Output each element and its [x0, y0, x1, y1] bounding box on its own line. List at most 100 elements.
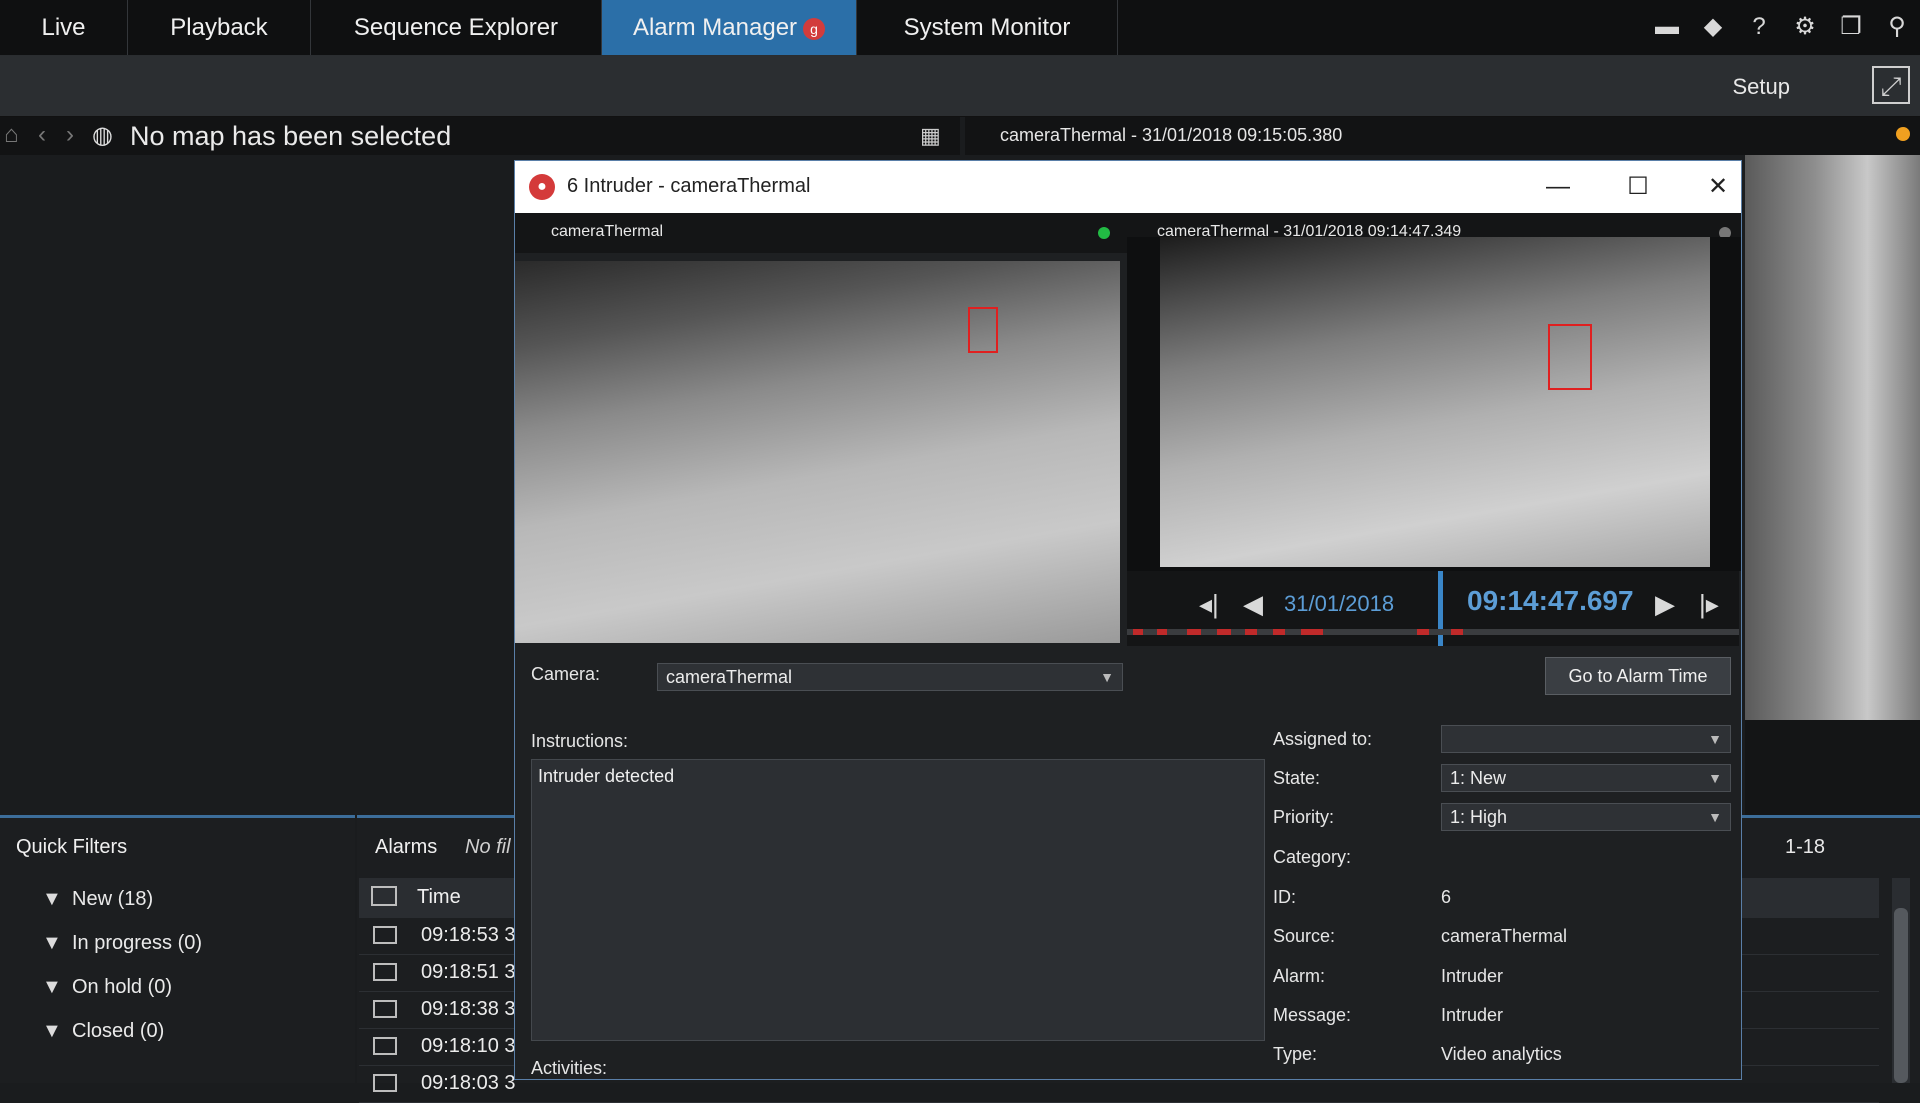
filter-in-progress[interactable]: ▼ In progress (0)	[42, 932, 202, 955]
instructions-box[interactable]: Intruder detected	[531, 759, 1265, 1041]
filter-icon: ▼	[42, 932, 62, 954]
go-to-alarm-time-button[interactable]: Go to Alarm Time	[1545, 657, 1731, 695]
timeline-event-markers[interactable]	[1127, 629, 1739, 635]
step-forward-icon[interactable]: |▸	[1699, 589, 1719, 620]
filter-label: New (18)	[72, 888, 154, 910]
assigned-to-label: Assigned to:	[1273, 729, 1373, 749]
assigned-to-select[interactable]: ▼	[1441, 725, 1731, 753]
chevron-down-icon: ▼	[1100, 669, 1114, 685]
detection-box	[1548, 324, 1592, 390]
live-status-indicator	[1098, 227, 1110, 239]
settings-icon[interactable]: ⚙	[1790, 12, 1820, 42]
column-time[interactable]: Time	[417, 886, 461, 909]
live-pane-title: cameraThermal	[551, 223, 664, 240]
map-grid-icon[interactable]: ▦	[920, 123, 941, 149]
alarms-title: Alarms	[375, 836, 438, 858]
chevron-down-icon: ▼	[1708, 770, 1722, 786]
row-time: 09:18:03 3	[421, 1072, 516, 1094]
home-icon[interactable]: ⌂	[4, 121, 19, 149]
image-column-icon	[371, 886, 397, 906]
step-back-icon[interactable]: ◂|	[1199, 589, 1219, 620]
row-time: 09:18:51 3	[421, 961, 516, 983]
background-camera-feed[interactable]	[1745, 155, 1920, 720]
state-label: State:	[1273, 768, 1321, 788]
play-reverse-icon[interactable]: ◀	[1243, 589, 1263, 620]
filter-icon: ▼	[42, 1020, 62, 1042]
tab-system-monitor[interactable]: System Monitor	[857, 0, 1118, 55]
play-forward-icon[interactable]: ▶	[1655, 589, 1675, 620]
map-title: No map has been selected	[130, 121, 452, 151]
playback-controls: ◂| ◀ 31/01/2018 09:14:47.697 ▶ |▸	[1127, 571, 1739, 646]
minimize-button[interactable]: —	[1538, 171, 1578, 203]
dialog-title-bar[interactable]: ● 6 Intruder - cameraThermal — ☐ ✕	[515, 161, 1741, 213]
alarm-count-badge: g	[803, 17, 826, 40]
help-icon[interactable]: ?	[1744, 12, 1774, 42]
setup-button[interactable]: Setup	[1733, 74, 1791, 100]
category-label: Category:	[1273, 847, 1352, 867]
filter-on-hold[interactable]: ▼ On hold (0)	[42, 976, 172, 999]
tab-live[interactable]: Live	[0, 0, 128, 55]
broadcast-icon[interactable]: ◆	[1698, 12, 1728, 42]
priority-value: 1: High	[1450, 807, 1508, 827]
snapshot-icon	[373, 1000, 397, 1018]
back-icon[interactable]: ‹	[38, 121, 46, 149]
playback-date[interactable]: 31/01/2018	[1284, 591, 1394, 617]
pin-icon[interactable]: ⚲	[1882, 12, 1912, 42]
maximize-button[interactable]: ☐	[1618, 171, 1658, 203]
tab-label: System Monitor	[903, 14, 1071, 41]
quick-filters-title: Quick Filters	[16, 836, 128, 858]
instructions-text: Intruder detected	[538, 766, 675, 786]
filter-new[interactable]: ▼ New (18)	[42, 888, 153, 911]
playback-camera-feed[interactable]	[1160, 237, 1710, 567]
fullscreen-icon[interactable]: ⤢	[1872, 66, 1910, 104]
tab-playback[interactable]: Playback	[128, 0, 311, 55]
quick-filters-panel: Quick Filters ▼ New (18) ▼ In progress (0)…	[0, 815, 355, 1083]
filter-label: Closed (0)	[72, 1020, 165, 1042]
tab-sequence-explorer[interactable]: Sequence Explorer	[311, 0, 602, 55]
priority-label: Priority:	[1273, 807, 1335, 827]
alarm-details-dialog: ● 6 Intruder - cameraThermal — ☐ ✕ camer…	[514, 160, 1742, 1080]
message-value: Intruder	[1441, 1005, 1504, 1025]
alarms-filter-text: No fil	[465, 836, 511, 858]
source-label: Source:	[1273, 926, 1336, 946]
activities-label: Activities:	[531, 1058, 608, 1078]
alarm-list-scrollbar[interactable]	[1892, 878, 1910, 1083]
source-value: cameraThermal	[1441, 926, 1568, 946]
row-time: 09:18:10 3	[421, 1035, 516, 1057]
forward-icon[interactable]: ›	[66, 121, 74, 149]
tab-label: Alarm Manager	[632, 14, 798, 41]
priority-select[interactable]: 1: High ▼	[1441, 803, 1731, 831]
filter-label: On hold (0)	[72, 976, 173, 998]
tab-alarm-manager[interactable]: Alarm Manager g	[602, 0, 857, 55]
live-camera-feed[interactable]	[515, 261, 1120, 643]
globe-icon[interactable]: ◍	[92, 121, 113, 150]
filter-icon: ▼	[42, 976, 62, 998]
alarm-icon: ●	[529, 174, 555, 200]
playback-frame	[1127, 237, 1741, 571]
network-icon[interactable]: ▬	[1652, 12, 1682, 42]
dialog-title: 6 Intruder - cameraThermal	[567, 175, 811, 197]
close-button[interactable]: ✕	[1698, 171, 1738, 203]
camera-status-indicator	[1896, 127, 1910, 141]
instructions-label: Instructions:	[531, 731, 629, 751]
background-timeline	[1745, 720, 1920, 815]
snapshot-icon	[373, 1037, 397, 1055]
type-label: Type:	[1273, 1044, 1318, 1064]
main-tab-bar: Live Playback Sequence Explorer Alarm Ma…	[0, 0, 1920, 56]
id-label: ID:	[1273, 887, 1297, 907]
snapshot-icon	[373, 926, 397, 944]
alarm-label: Alarm:	[1273, 966, 1326, 986]
state-select[interactable]: 1: New ▼	[1441, 764, 1731, 792]
filter-closed[interactable]: ▼ Closed (0)	[42, 1020, 164, 1043]
camera-view-header: cameraThermal - 31/01/2018 09:15:05.380	[965, 117, 1920, 155]
scrollbar-thumb[interactable]	[1894, 908, 1908, 1083]
camera-label: Camera:	[531, 664, 601, 684]
state-value: 1: New	[1450, 768, 1507, 788]
row-time: 09:18:53 3	[421, 924, 516, 946]
windows-icon[interactable]: ❐	[1836, 12, 1866, 42]
tab-label: Live	[41, 14, 86, 41]
camera-select[interactable]: cameraThermal ▼	[657, 663, 1123, 691]
playback-time[interactable]: 09:14:47.697	[1467, 585, 1634, 617]
chevron-down-icon: ▼	[1708, 731, 1722, 747]
alarms-range: 1-18	[1784, 836, 1825, 858]
